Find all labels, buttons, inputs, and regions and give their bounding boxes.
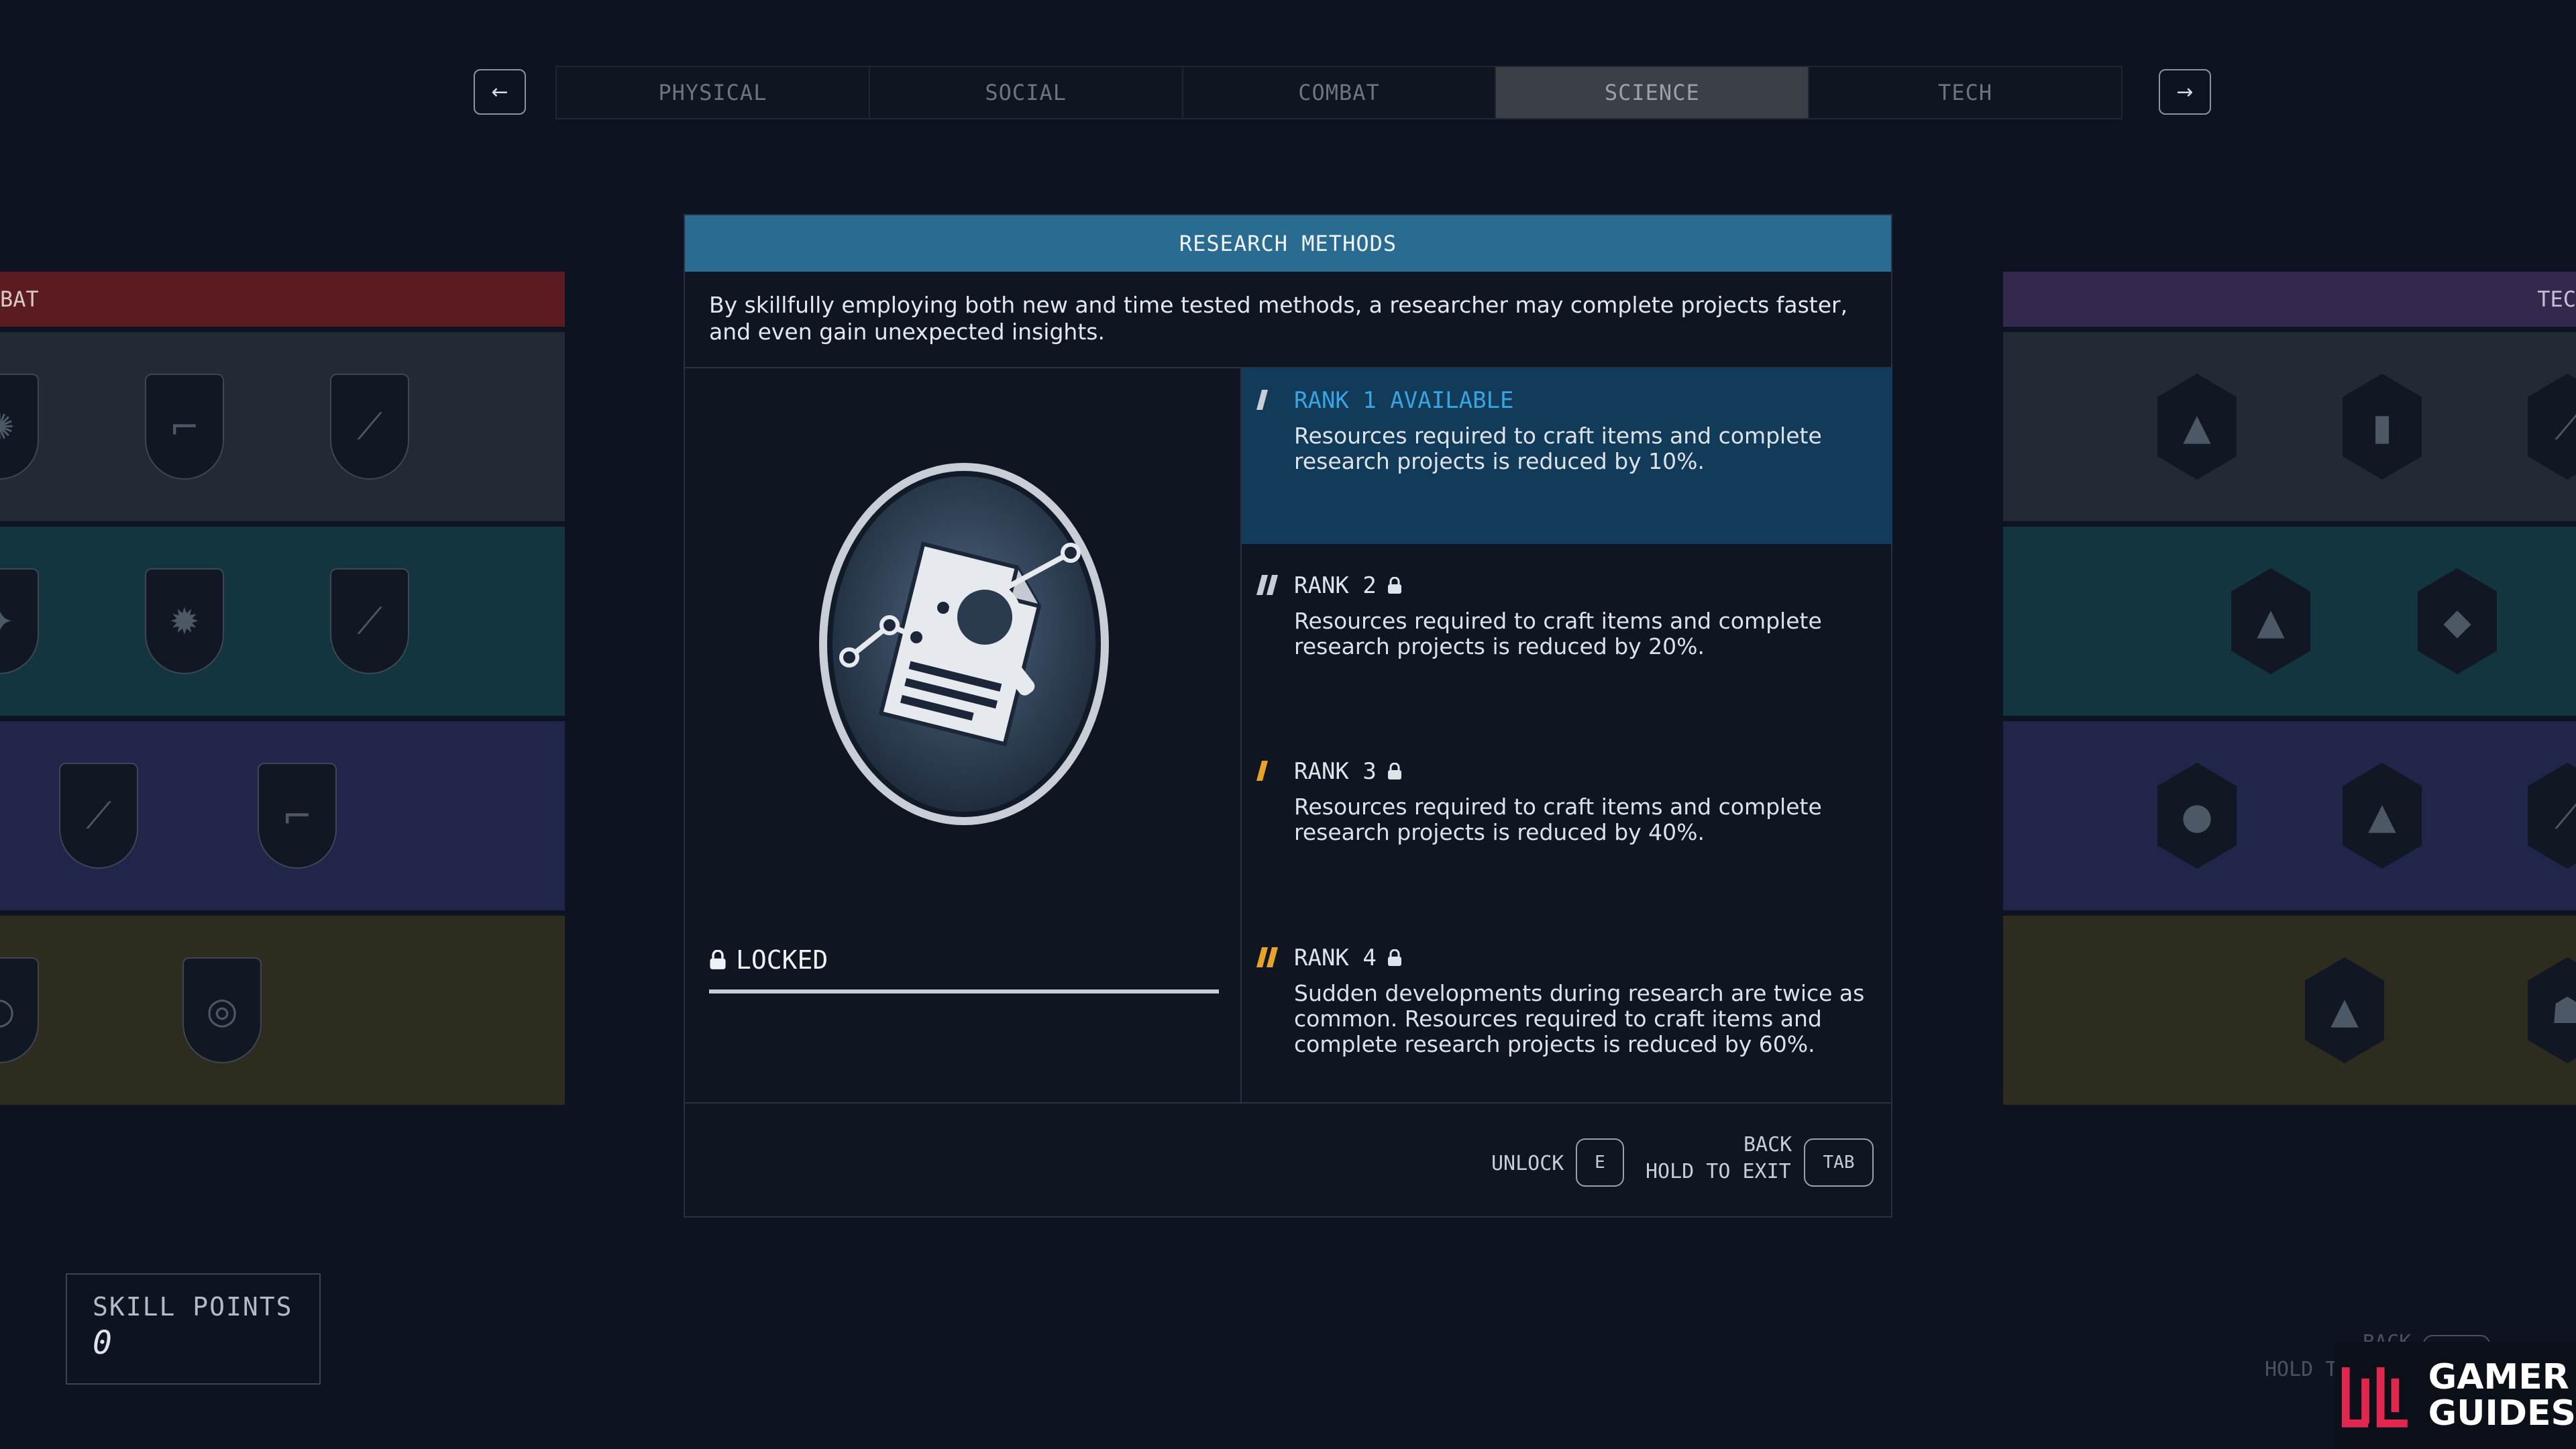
rocket-skill-icon[interactable]: ▲ [2231,568,2310,674]
sun-skill-icon[interactable]: ✺ [0,374,39,480]
rank-2-description: Resources required to craft items and co… [1294,608,1822,659]
capsule-skill-icon[interactable]: ◆ [2418,568,2497,674]
rifle-skill-icon[interactable]: ⟋ [330,374,409,480]
rank-2-marker [1256,575,1279,595]
modal-footer: UNLOCK E BACK HOLD TO EXIT TAB [685,1102,1891,1216]
unlock-label: UNLOCK [1491,1152,1564,1175]
thruster-skill-icon[interactable]: ▲ [2343,763,2422,869]
rank-4-description: Sudden developments during research are … [1294,980,1865,1057]
rank-1-description: Resources required to craft items and co… [1294,423,1822,474]
rank-2-title: RANK 2 [1294,572,1377,599]
rank-3-title: RANK 3 [1294,758,1377,785]
skill-detail-modal: RESEARCH METHODS By skillfully employing… [684,214,1892,1218]
ship-skill-icon[interactable]: ▲ [2157,374,2237,480]
background-hold-label: HOLD T [2265,1358,2338,1381]
skill-row: ▲ ◆ [2003,527,2576,716]
rank-3-marker [1256,761,1269,781]
tech-skill-tree: TEC ▲ ▮ ⟋ ▲ ◆ ● ▲ ⟋ ▲ ☗ [2003,272,2576,1106]
watermark-logo: GAMER GUIDES [2334,1342,2576,1449]
skill-points-panel: SKILL POINTS 0 [66,1273,321,1385]
unlock-progress-bar [709,989,1219,994]
robot-arm-skill-icon[interactable]: ⟋ [2528,763,2576,869]
lock-status: LOCKED [709,945,828,975]
skill-row: ▲ ▮ ⟋ [2003,332,2576,521]
skill-description: By skillfully employing both new and tim… [685,272,1891,368]
lock-status-label: LOCKED [736,945,828,975]
star-skill-icon[interactable]: ✦ [0,568,39,674]
tab-physical[interactable]: PHYSICAL [557,67,870,118]
next-category-button[interactable]: → [2159,69,2211,115]
unlock-key-button[interactable]: E [1576,1138,1624,1187]
rank-list: RANK 1 AVAILABLE Resources required to c… [1242,368,1892,1104]
skill-row: ◐ ◎ [0,916,565,1105]
rank-2-item[interactable]: RANK 2 Resources required to craft items… [1242,553,1892,659]
assault-rifle-skill-icon[interactable]: ⟋ [330,568,409,674]
skill-row: ✺ ⌐ ⟋ [0,332,565,521]
rank-1-title: RANK 1 AVAILABLE [1294,387,1514,414]
astronaut-skill-icon[interactable]: ☗ [2528,957,2576,1063]
rank-4-marker [1256,947,1279,967]
tab-tech[interactable]: TECH [1809,67,2121,118]
rank-1-marker [1256,390,1269,410]
tab-science[interactable]: SCIENCE [1496,67,1810,118]
skill-row: ● ▲ ⟋ [2003,721,2576,910]
skill-points-value: 0 [93,1324,112,1362]
rank-4-item[interactable]: RANK 4 Sudden developments during resear… [1242,926,1892,1057]
combat-tree-header: BAT [0,272,565,327]
target-skill-icon[interactable]: ◎ [182,957,262,1063]
skill-points-label: SKILL POINTS [93,1292,293,1322]
lock-icon [1387,949,1401,966]
lander-skill-icon[interactable]: ▲ [2305,957,2384,1063]
hold-to-exit-label: HOLD TO EXIT [1646,1160,1791,1183]
lock-icon [1387,577,1401,594]
watermark-line2: GUIDES [2428,1393,2576,1434]
tech-tree-header: TEC [2003,272,2576,327]
category-tabs: PHYSICAL SOCIAL COMBAT SCIENCE TECH [555,66,2123,119]
burst-skill-icon[interactable]: ✹ [145,568,224,674]
rank-3-description: Resources required to craft items and co… [1294,794,1822,845]
armor-skill-icon[interactable]: ◐ [0,957,39,1063]
pistol-skill-icon[interactable]: ⌐ [145,374,224,480]
sniper-skill-icon[interactable]: ⟋ [59,763,138,869]
research-document-magnifier-icon [819,463,1109,825]
combat-skill-tree: BAT ✺ ⌐ ⟋ ✦ ✹ ⟋ ⟋ ⌐ ◐ ◎ [0,272,565,1106]
back-label: BACK [1743,1133,1792,1157]
tool-skill-icon[interactable]: ⟋ [2528,374,2576,480]
lock-icon [710,950,726,969]
skill-row: ⟋ ⌐ [0,721,565,910]
skill-preview-pane: LOCKED [685,368,1242,1104]
lock-icon [1387,763,1401,780]
rank-3-item[interactable]: RANK 3 Resources required to craft items… [1242,739,1892,845]
skill-row: ✦ ✹ ⟋ [0,527,565,716]
planet-skill-icon[interactable]: ● [2157,763,2237,869]
rank-4-title: RANK 4 [1294,945,1377,971]
tab-social[interactable]: SOCIAL [869,67,1183,118]
jetpack-skill-icon[interactable]: ▮ [2343,374,2422,480]
skill-row: ▲ ☗ [2003,916,2576,1105]
rank-1-item[interactable]: RANK 1 AVAILABLE Resources required to c… [1242,368,1892,544]
skill-title: RESEARCH METHODS [685,215,1891,272]
gamer-guides-logo-icon [2341,1367,2408,1428]
tab-combat[interactable]: COMBAT [1183,67,1497,118]
prev-category-button[interactable]: ← [474,69,526,115]
watermark-line1: GAMER [2428,1357,2569,1397]
back-key-button[interactable]: TAB [1804,1138,1874,1187]
revolver-skill-icon[interactable]: ⌐ [258,763,337,869]
